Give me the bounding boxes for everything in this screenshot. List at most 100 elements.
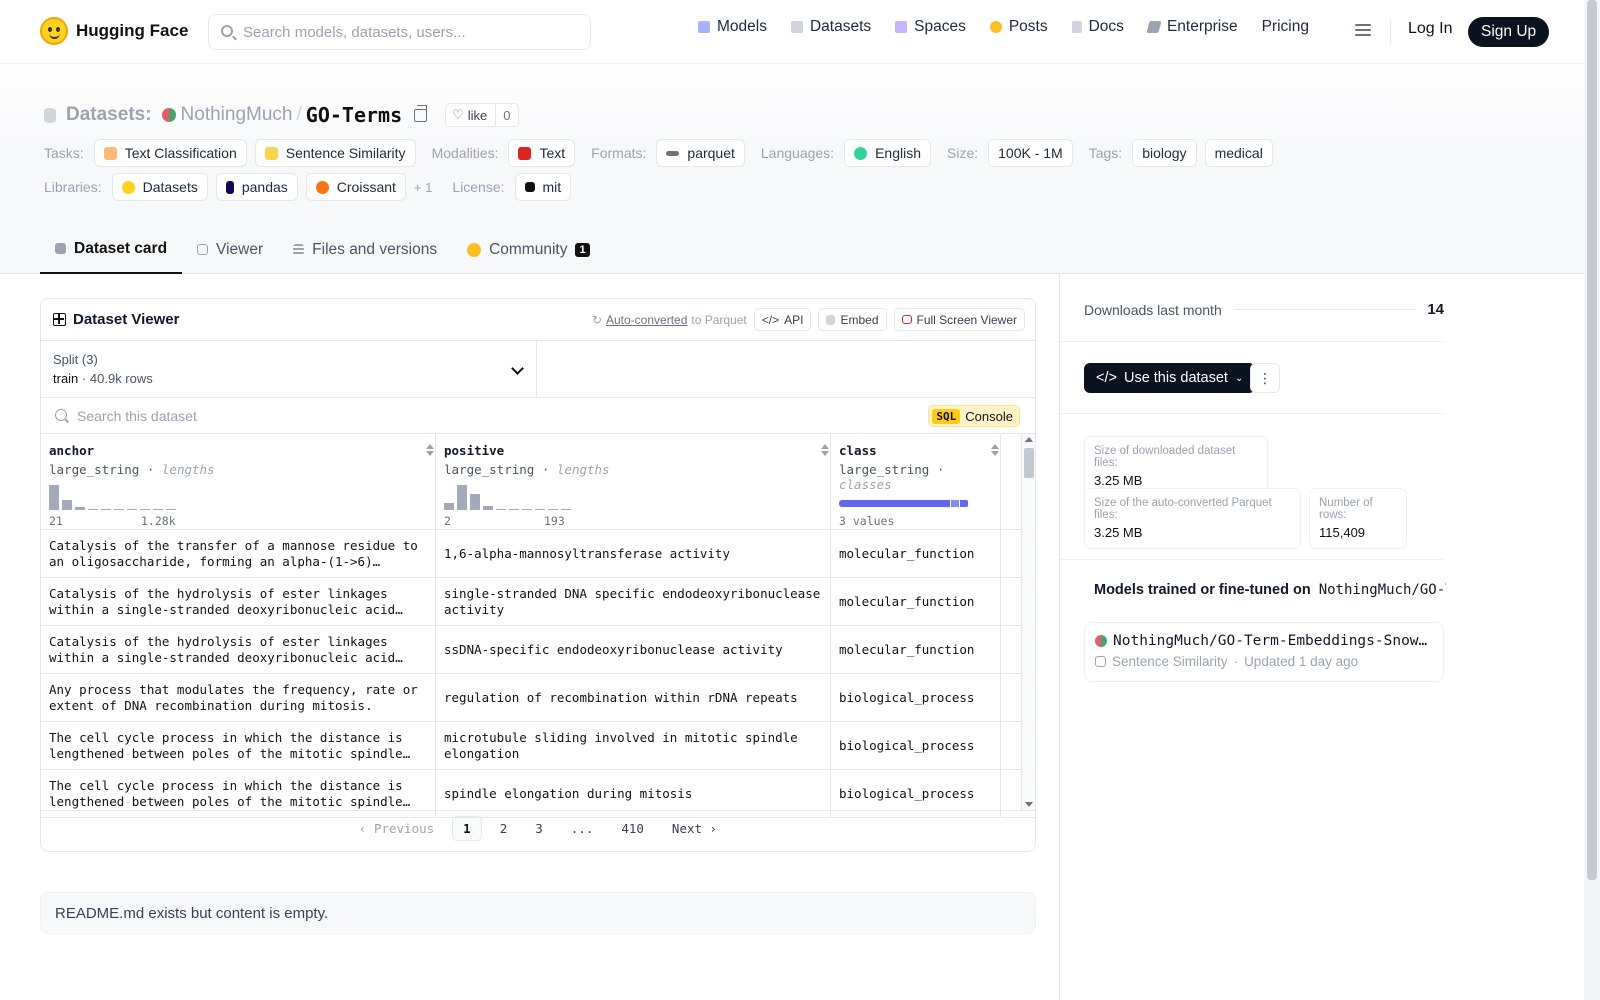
nav-datasets[interactable]: Datasets — [790, 18, 871, 36]
table-cell-positive[interactable]: microtubule sliding involved in mitotic … — [436, 722, 831, 769]
anchor-length-histogram[interactable] — [49, 482, 189, 510]
api-button[interactable]: </> API — [753, 308, 812, 331]
histogram-bar[interactable] — [75, 507, 85, 510]
global-search-input[interactable] — [243, 23, 573, 41]
positive-length-histogram[interactable] — [444, 482, 584, 510]
language-english[interactable]: English — [844, 139, 931, 167]
kebab-menu-icon[interactable]: ⋮ — [1250, 363, 1280, 393]
page-last[interactable]: 410 — [611, 817, 654, 840]
column-header-anchor[interactable]: anchor large_string · lengths 21 1.28k — [41, 434, 436, 529]
global-search[interactable] — [208, 14, 591, 50]
models-heading-repo[interactable]: NothingMuch/GO-Terms — [1319, 582, 1446, 598]
repo-name[interactable]: GO-Terms — [306, 103, 402, 127]
class-segment[interactable] — [839, 500, 951, 507]
table-scrollbar[interactable] — [1021, 434, 1035, 810]
histogram-bar[interactable] — [470, 494, 480, 510]
table-cell-positive[interactable]: regulation of recombination within rDNA … — [436, 674, 831, 721]
copy-icon[interactable] — [414, 104, 428, 122]
histogram-bar[interactable] — [483, 506, 493, 510]
class-segment[interactable] — [959, 500, 969, 507]
page-2[interactable]: 2 — [490, 817, 518, 840]
histogram-bar[interactable] — [127, 509, 137, 510]
scroll-up-icon[interactable] — [1025, 437, 1033, 442]
model-card[interactable]: NothingMuch/GO-Term-Embeddings-Snowflake… — [1084, 622, 1444, 682]
table-cell-positive[interactable]: spindle elongation during mitosis — [436, 770, 831, 817]
full-screen-viewer-button[interactable]: Full Screen Viewer — [893, 308, 1025, 331]
class-segment[interactable] — [950, 500, 960, 507]
use-this-dataset-button[interactable]: </> Use this dataset ⌄ — [1084, 363, 1256, 393]
table-cell-class[interactable]: molecular_function — [831, 578, 1001, 625]
histogram-bar[interactable] — [49, 485, 59, 510]
nav-posts[interactable]: Posts — [989, 18, 1048, 36]
table-cell-class[interactable]: biological_process — [831, 722, 1001, 769]
split-selector[interactable]: Split (3) train · 40.9k rows — [41, 341, 537, 397]
page-3[interactable]: 3 — [525, 817, 553, 840]
signup-button[interactable]: Sign Up — [1468, 17, 1550, 47]
breadcrumb-section[interactable]: Datasets: — [66, 104, 152, 126]
histogram-bar[interactable] — [101, 509, 111, 510]
table-row[interactable]: Catalysis of the hydrolysis of ester lin… — [41, 626, 1035, 674]
histogram-bar[interactable] — [88, 509, 98, 510]
histogram-bar[interactable] — [561, 509, 571, 510]
scroll-down-icon[interactable] — [1025, 802, 1033, 807]
nav-spaces[interactable]: Spaces — [895, 18, 966, 36]
nav-enterprise[interactable]: Enterprise — [1146, 18, 1238, 36]
table-cell-anchor[interactable]: Any process that modulates the frequency… — [41, 674, 436, 721]
histogram-bar[interactable] — [535, 509, 545, 510]
tag-biology[interactable]: biology — [1132, 139, 1197, 167]
dataset-search-input[interactable] — [77, 407, 677, 424]
table-cell-anchor[interactable]: Catalysis of the hydrolysis of ester lin… — [41, 626, 436, 673]
tab-community[interactable]: Community 1 — [452, 225, 605, 274]
dataset-search[interactable]: SQLConsole — [41, 398, 1035, 434]
nav-docs[interactable]: Docs — [1071, 18, 1124, 36]
tab-viewer[interactable]: Viewer — [182, 225, 278, 274]
table-row[interactable]: Catalysis of the transfer of a mannose r… — [41, 530, 1035, 578]
library-datasets[interactable]: Datasets — [111, 173, 208, 201]
modality-text[interactable]: Text — [508, 139, 576, 167]
histogram-bar[interactable] — [153, 509, 163, 510]
nav-pricing[interactable]: Pricing — [1262, 18, 1309, 36]
column-header-positive[interactable]: positive large_string · lengths 2 193 — [436, 434, 831, 529]
library-croissant[interactable]: Croissant — [305, 173, 406, 201]
table-cell-positive[interactable]: single-stranded DNA specific endodeoxyri… — [436, 578, 831, 625]
histogram-bar[interactable] — [496, 509, 506, 510]
next-page-button[interactable]: Next › — [662, 817, 727, 840]
tag-medical[interactable]: medical — [1204, 139, 1273, 167]
task-sentence-similarity[interactable]: Sentence Similarity — [254, 139, 416, 167]
page-scrollbar[interactable] — [1584, 0, 1600, 1000]
like-button[interactable]: ♡ like 0 — [445, 103, 519, 127]
histogram-bar[interactable] — [457, 485, 467, 510]
nav-models[interactable]: Models — [698, 18, 767, 36]
table-cell-anchor[interactable]: Catalysis of the hydrolysis of ester lin… — [41, 578, 436, 625]
previous-page-button[interactable]: ‹ Previous — [349, 817, 444, 840]
histogram-bar[interactable] — [444, 503, 454, 510]
table-row[interactable]: The cell cycle process in which the dist… — [41, 722, 1035, 770]
like-count[interactable]: 0 — [496, 108, 517, 123]
more-menu-icon[interactable] — [1355, 24, 1371, 40]
histogram-bar[interactable] — [140, 509, 150, 510]
table-row[interactable]: The cell cycle process in which the dist… — [41, 770, 1035, 818]
format-parquet[interactable]: parquet — [656, 139, 745, 167]
table-cell-class[interactable]: biological_process — [831, 674, 1001, 721]
page-scroll-thumb[interactable] — [1587, 0, 1597, 880]
model-name[interactable]: NothingMuch/GO-Term-Embeddings-Snowflake… — [1113, 633, 1433, 649]
hugging-face-logo[interactable]: Hugging Face — [40, 17, 188, 45]
table-cell-positive[interactable]: 1,6-alpha-mannosyltransferase activity — [436, 530, 831, 577]
auto-converted-link[interactable]: Auto-converted — [606, 313, 687, 327]
owner-avatar[interactable] — [161, 108, 176, 122]
table-cell-class[interactable]: molecular_function — [831, 626, 1001, 673]
table-cell-class[interactable]: biological_process — [831, 770, 1001, 817]
histogram-bar[interactable] — [548, 509, 558, 510]
table-cell-anchor[interactable]: Catalysis of the transfer of a mannose r… — [41, 530, 436, 577]
table-cell-class[interactable]: molecular_function — [831, 530, 1001, 577]
task-text-classification[interactable]: Text Classification — [93, 139, 247, 167]
table-cell-positive[interactable]: ssDNA-specific endodeoxyribonuclease act… — [436, 626, 831, 673]
page-1[interactable]: 1 — [452, 815, 482, 841]
class-distribution-bar[interactable] — [839, 500, 969, 507]
tab-files[interactable]: Files and versions — [278, 225, 452, 274]
library-pandas[interactable]: pandas — [215, 173, 298, 201]
histogram-bar[interactable] — [522, 509, 532, 510]
histogram-bar[interactable] — [114, 509, 124, 510]
table-row[interactable]: Any process that modulates the frequency… — [41, 674, 1035, 722]
embed-button[interactable]: Embed — [818, 308, 887, 331]
